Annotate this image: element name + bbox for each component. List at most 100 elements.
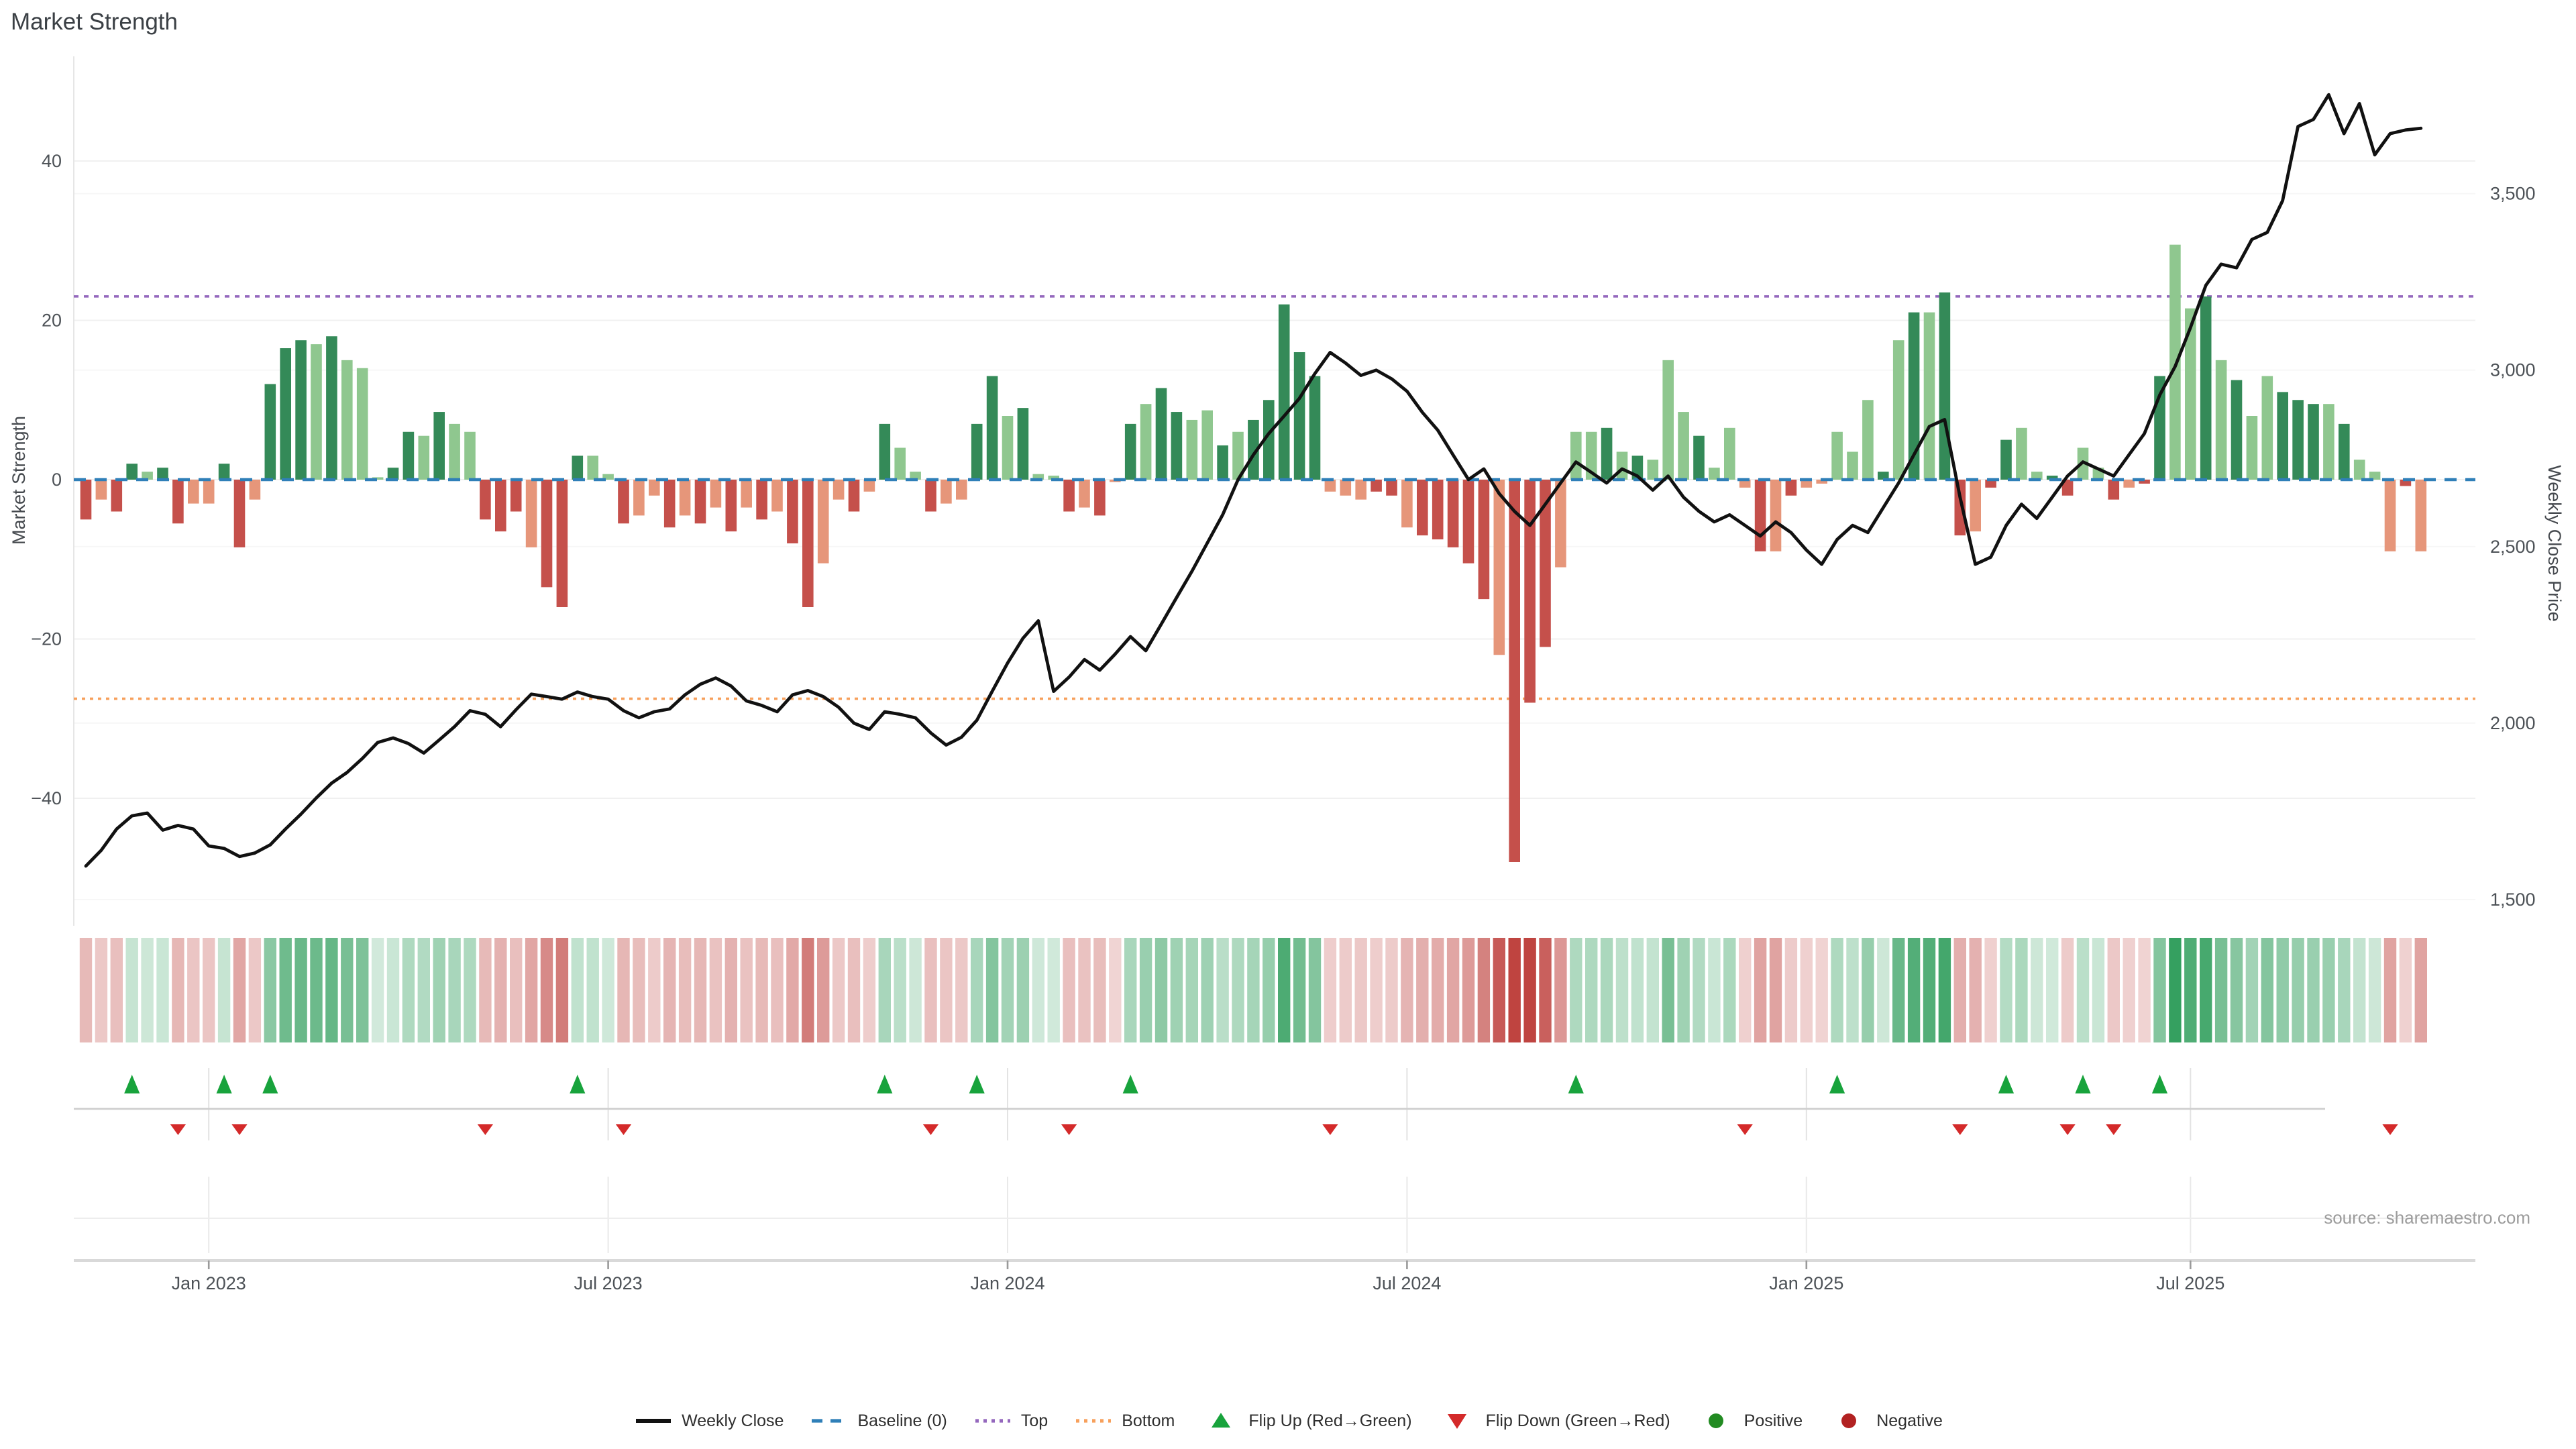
strength-bar — [633, 480, 645, 515]
x-tick-label: Jul 2023 — [574, 1273, 643, 1293]
strength-bar — [2308, 404, 2319, 480]
heatmap-cell — [1171, 938, 1183, 1042]
heatmap-cell — [464, 938, 476, 1042]
strength-bar — [449, 424, 460, 480]
heatmap-cell — [1432, 938, 1444, 1042]
strength-bar — [403, 432, 415, 480]
flip-down-marker — [170, 1124, 186, 1135]
heatmap-cell — [2092, 938, 2104, 1042]
flip-up-marker — [2152, 1075, 2167, 1093]
legend-item-2: Top — [973, 1411, 1048, 1430]
x-tick-label: Jul 2025 — [2156, 1273, 2224, 1293]
strength-bar — [2247, 416, 2258, 480]
heatmap-cell — [1263, 938, 1275, 1042]
circle-red-icon — [1828, 1411, 1868, 1430]
heatmap-cell — [587, 938, 599, 1042]
strength-bar — [480, 480, 491, 519]
heatmap-cell — [2138, 938, 2150, 1042]
strength-bar — [1401, 480, 1413, 527]
heatmap-cell — [648, 938, 660, 1042]
strength-bar — [433, 412, 445, 480]
strength-bar — [1648, 460, 1659, 480]
market-strength-dashboard: Jan 2023Jul 2023Jan 2024Jul 2024Jan 2025… — [0, 0, 2576, 1449]
heatmap-cell — [2307, 938, 2319, 1042]
heatmap-cell — [1309, 938, 1321, 1042]
strength-bar — [587, 455, 598, 480]
heatmap-cell — [1048, 938, 1060, 1042]
strength-bar — [2200, 297, 2212, 480]
flip-down-marker — [231, 1124, 247, 1135]
heatmap-cell — [1155, 938, 1167, 1042]
legend-item-5: Flip Down (Green→Red) — [1438, 1411, 1670, 1430]
source-note: source: sharemaestro.com — [2324, 1208, 2530, 1228]
heatmap-cell — [2277, 938, 2289, 1042]
strength-bar — [956, 480, 967, 500]
heatmap-cell — [1109, 938, 1121, 1042]
flip-down-marker — [923, 1124, 938, 1135]
heatmap-cell — [1385, 938, 1397, 1042]
strength-bar — [2108, 480, 2120, 500]
heatmap-cell — [510, 938, 522, 1042]
heatmap-cell — [1739, 938, 1751, 1042]
flip-up-marker — [1123, 1075, 1138, 1093]
strength-bar — [864, 480, 875, 492]
flip-down-marker — [1737, 1124, 1753, 1135]
strength-bar — [2292, 400, 2304, 480]
strength-bar — [818, 480, 829, 564]
flip-down-marker — [1322, 1124, 1338, 1135]
strength-bar — [464, 432, 476, 480]
strength-bar — [1079, 480, 1090, 508]
heatmap-cell — [986, 938, 998, 1042]
strength-bar — [80, 480, 92, 519]
legend-item-7: Negative — [1828, 1411, 1943, 1430]
heatmap-cell — [2200, 938, 2212, 1042]
heatmap-cell — [1601, 938, 1613, 1042]
heatmap-cell — [1032, 938, 1044, 1042]
strength-bar — [341, 360, 353, 480]
legend-item-label: Flip Up (Red→Green) — [1248, 1411, 1411, 1430]
flip-up-marker — [217, 1075, 232, 1093]
heatmap-cell — [2415, 938, 2427, 1042]
x-tick-label: Jan 2025 — [1769, 1273, 1843, 1293]
market-strength-chart: Jan 2023Jul 2023Jan 2024Jul 2024Jan 2025… — [0, 0, 2576, 1449]
heatmap-cell — [1478, 938, 1490, 1042]
flip-down-marker — [478, 1124, 493, 1135]
strength-bar — [741, 480, 752, 508]
heatmap-cell — [1939, 938, 1951, 1042]
heatmap-cell — [1216, 938, 1228, 1042]
heatmap-cell — [1124, 938, 1136, 1042]
heatmap-cell — [2369, 938, 2381, 1042]
left-tick-label: 20 — [42, 311, 62, 331]
strength-bar — [2000, 440, 2012, 480]
legend-item-6: Positive — [1696, 1411, 1803, 1430]
strength-bar — [265, 384, 276, 480]
strength-bar — [419, 436, 430, 480]
triangle-down-red-icon — [1438, 1411, 1478, 1430]
heatmap-cell — [294, 938, 307, 1042]
dot-purple-icon — [973, 1411, 1013, 1430]
heatmap-cell — [1616, 938, 1628, 1042]
heatmap-cell — [786, 938, 798, 1042]
heatmap-cell — [2169, 938, 2181, 1042]
heatmap-cell — [479, 938, 491, 1042]
heatmap-cell — [310, 938, 322, 1042]
strength-bar — [357, 368, 368, 480]
strength-bar — [495, 480, 506, 531]
heatmap-cell — [2322, 938, 2334, 1042]
strength-bar — [1094, 480, 1106, 515]
heatmap-cell — [863, 938, 875, 1042]
flip-up-marker — [1998, 1075, 2014, 1093]
heatmap-cell — [1140, 938, 1152, 1042]
heatmap-cell — [556, 938, 568, 1042]
flip-down-marker — [2382, 1124, 2398, 1135]
heatmap-cell — [2215, 938, 2227, 1042]
heatmap-cell — [1970, 938, 1982, 1042]
heatmap-cell — [494, 938, 506, 1042]
heatmap-cell — [402, 938, 415, 1042]
heatmap-cell — [1416, 938, 1428, 1042]
strength-bar — [1893, 340, 1904, 480]
heatmap-cell — [448, 938, 460, 1042]
heatmap-cell — [2400, 938, 2412, 1042]
heatmap-cell — [1862, 938, 1874, 1042]
heatmap-cell — [2000, 938, 2012, 1042]
